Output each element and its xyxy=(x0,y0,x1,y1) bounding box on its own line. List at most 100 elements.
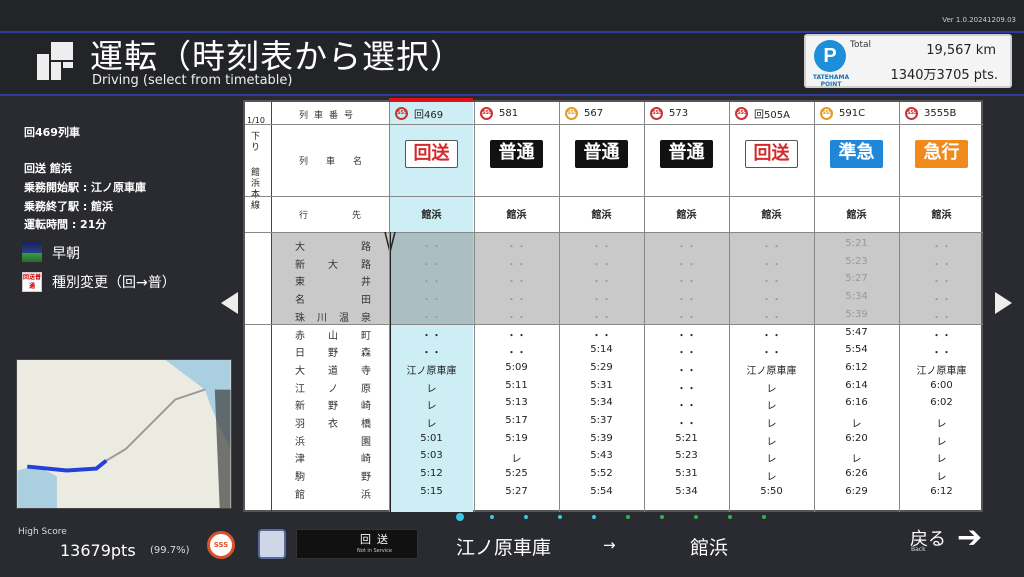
train-type-badge[interactable]: 普通 xyxy=(490,140,543,168)
train-number: 回505A xyxy=(754,109,790,121)
train-type-badge[interactable]: 普通 xyxy=(575,140,628,168)
timetable-cell: 5:03 xyxy=(420,450,443,462)
timetable-cell: 5:43 xyxy=(590,450,613,462)
row-divider xyxy=(245,196,983,197)
route-arrow-icon: → xyxy=(603,536,616,554)
timetable-cell: ・・ xyxy=(676,348,697,360)
station-name: 大路 xyxy=(295,242,371,253)
start-station: 乗務開始駅 : 江ノ原車庫 xyxy=(24,181,147,194)
destination-sign-text: 回送 xyxy=(360,533,394,546)
train-destination: 館浜 xyxy=(676,210,697,221)
station-name: 館浜 xyxy=(295,489,371,501)
early-morning-icon xyxy=(22,242,42,262)
station-name: 名田 xyxy=(295,295,371,307)
train-column-header[interactable]: SSS 567 xyxy=(565,102,642,124)
timetable-cell: レ xyxy=(426,401,437,413)
timetable-cell: ・・ xyxy=(421,242,442,253)
train-type-badge[interactable]: 回送 xyxy=(405,140,458,168)
direction-label: 下り xyxy=(251,132,261,153)
train-number: 回469 xyxy=(414,109,444,121)
left-border xyxy=(271,102,272,512)
train-destination: 館浜 xyxy=(421,210,442,221)
timetable-cell: ・・ xyxy=(676,330,697,342)
timetable-cell: 5:11 xyxy=(505,379,528,391)
timetable: 1/10 下り 館浜本線 列車番号 列車名 行先 SSS 回469 回送 館浜 SSS 5… xyxy=(243,98,983,512)
timetable-cell: ・・ xyxy=(506,312,527,324)
train-column-header[interactable]: SSS 581 xyxy=(480,102,557,124)
timetable-cell: ・・ xyxy=(931,295,952,307)
page-dot[interactable] xyxy=(694,515,698,519)
station-name: 大道寺 xyxy=(295,365,371,377)
train-number: 3555B xyxy=(924,107,957,119)
timetable-cell: ・・ xyxy=(761,330,782,342)
timetable-cell: ・・ xyxy=(591,242,612,253)
next-page-arrow[interactable] xyxy=(995,292,1012,314)
page-dot[interactable] xyxy=(558,515,562,519)
timetable-cell: 5:37 xyxy=(590,415,613,426)
train-type-badge[interactable]: 普通 xyxy=(660,140,713,168)
timetable-cell: ・・ xyxy=(676,365,697,377)
station-name: 浜園 xyxy=(295,436,371,448)
sss-rank-icon: SSS xyxy=(905,106,918,120)
timetable-cell: ・・ xyxy=(931,242,952,253)
page-dot[interactable] xyxy=(626,515,630,519)
timetable-cell: ・・ xyxy=(421,312,442,324)
train-type-badge[interactable]: 準急 xyxy=(830,140,883,168)
timetable-cell: 5:23 xyxy=(675,450,698,462)
timetable-cell: ・・ xyxy=(676,295,697,307)
page-dot[interactable] xyxy=(524,515,528,519)
station-name: 新野崎 xyxy=(295,401,371,413)
train-type-badge[interactable]: 回送 xyxy=(745,140,798,168)
train-column-header[interactable]: SSS 回505A xyxy=(735,102,812,124)
station-name: 珠川温泉 xyxy=(295,312,371,324)
train-car-icon xyxy=(258,529,286,559)
train-column-header[interactable]: SSS 回469 xyxy=(395,102,472,124)
timetable-cell: レ xyxy=(766,419,777,430)
timetable-cell: ・・ xyxy=(591,277,612,289)
train-destination: 館浜 xyxy=(931,210,952,221)
page-dot[interactable] xyxy=(762,515,766,519)
train-number: 573 xyxy=(669,107,689,119)
timetable-cell: レ xyxy=(511,454,522,466)
timetable-cell: ・・ xyxy=(931,348,952,360)
sss-rank-icon: SSS xyxy=(395,106,408,120)
page-dot[interactable] xyxy=(592,515,596,519)
total-points: 1340万3705 pts. xyxy=(890,68,998,83)
timetable-cell: ・・ xyxy=(421,259,442,271)
high-score-label: High Score xyxy=(18,527,67,537)
route-map xyxy=(16,359,232,509)
back-button-sublabel[interactable]: Back xyxy=(911,546,926,553)
timetable-cell: レ xyxy=(766,472,777,484)
previous-page-arrow[interactable] xyxy=(221,292,238,314)
timetable-cell: 6:29 xyxy=(845,485,868,497)
page-dot[interactable] xyxy=(660,515,664,519)
timetable-cell: ・・ xyxy=(506,330,527,342)
timetable-cell: 6:12 xyxy=(845,361,868,373)
timetable-cell: 5:01 xyxy=(420,432,443,444)
timetable-cell: ・・ xyxy=(506,295,527,307)
destination-sign-subtext: Not in Service xyxy=(357,548,392,554)
page-dot[interactable] xyxy=(490,515,494,519)
train-column-header[interactable]: SSS 573 xyxy=(650,102,727,124)
train-column-header[interactable]: SSS 591C xyxy=(820,102,897,124)
timetable-cell: レ xyxy=(936,419,947,430)
timetable-cell: 5:39 xyxy=(845,308,868,320)
timetable-cell: 5:34 xyxy=(845,291,868,303)
version-label: Ver 1.0.20241209.03 xyxy=(942,16,1016,24)
train-name-header: 列車名 xyxy=(299,157,381,167)
train-number: 581 xyxy=(499,107,519,119)
timetable-cell: 6:12 xyxy=(930,485,953,497)
page-dot[interactable] xyxy=(456,513,464,521)
station-name: 日野森 xyxy=(295,348,371,360)
train-column-header[interactable]: SSS 3555B xyxy=(905,102,982,124)
train-type-badge[interactable]: 急行 xyxy=(915,140,968,168)
train-number: 567 xyxy=(584,107,604,119)
timetable-cell: ・・ xyxy=(676,259,697,271)
timetable-cell: 6:16 xyxy=(845,397,868,409)
timetable-cell: ・・ xyxy=(931,312,952,324)
sss-rank-icon: SSS xyxy=(207,531,235,559)
back-arrow-icon[interactable]: ➔ xyxy=(957,520,982,555)
route-origin: 江ノ原車庫 xyxy=(456,537,552,559)
sss-rank-icon: SSS xyxy=(650,106,663,120)
page-dot[interactable] xyxy=(728,515,732,519)
